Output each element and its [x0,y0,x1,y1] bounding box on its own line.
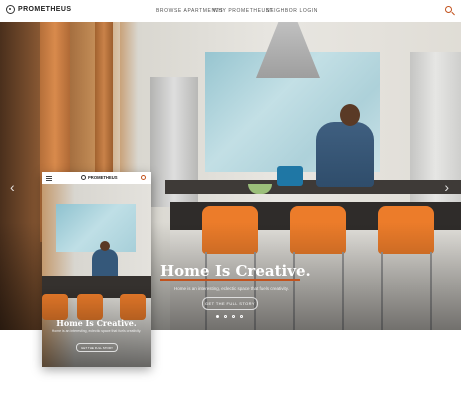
search-icon[interactable] [141,175,146,180]
hero-pot [277,166,303,186]
hero-range-hood [256,22,320,78]
mobile-hero-person [92,249,118,279]
logo-icon [81,175,86,180]
arrow-right-icon[interactable]: › [444,179,449,195]
carousel-dots [216,315,243,318]
mobile-hero-subheadline: Home is an interesting, eclectic space t… [51,329,142,333]
mobile-header: PROMETHEUS [42,172,151,184]
logo-icon [6,5,15,14]
mobile-hero-headline: Home Is Creative. [56,318,137,328]
mobile-get-full-story-button[interactable]: GET THE FULL STORY [76,343,118,352]
hero-person [316,122,374,187]
desktop-header: PROMETHEUS BROWSE APARTMENTS WHY PROMETH… [0,0,461,22]
hero-subheadline: Home is an interesting, eclectic space t… [174,286,289,291]
search-icon[interactable] [445,6,452,13]
hero-cabinet [410,52,461,222]
hero-underline [160,279,300,281]
hero-headline: Home Is Creative. [160,262,311,280]
brand-logo[interactable]: PROMETHEUS [6,5,71,14]
mobile-screenshot: PROMETHEUS Home Is Creative. Home is an … [42,172,151,367]
menu-icon[interactable] [46,176,52,182]
hero-counter [165,180,461,194]
nav-why-prometheus[interactable]: WHY PROMETHEUS? [213,8,273,14]
nav-neighbor-login[interactable]: NEIGHBOR LOGIN [266,8,318,14]
carousel-dot[interactable] [232,315,235,318]
brand-name: PROMETHEUS [18,6,72,13]
arrow-left-icon[interactable]: ‹ [10,179,15,195]
carousel-dot[interactable] [216,315,219,318]
carousel-dot[interactable] [240,315,243,318]
mobile-hero-backsplash [56,204,136,252]
hero-person-head [340,104,360,126]
mobile-brand-name: PROMETHEUS [88,175,118,180]
carousel-dot[interactable] [224,315,227,318]
mobile-hero-person-head [100,241,110,251]
get-full-story-button[interactable]: GET THE FULL STORY [202,297,258,310]
mobile-brand-logo[interactable]: PROMETHEUS [81,175,118,180]
mobile-hero [42,184,151,367]
